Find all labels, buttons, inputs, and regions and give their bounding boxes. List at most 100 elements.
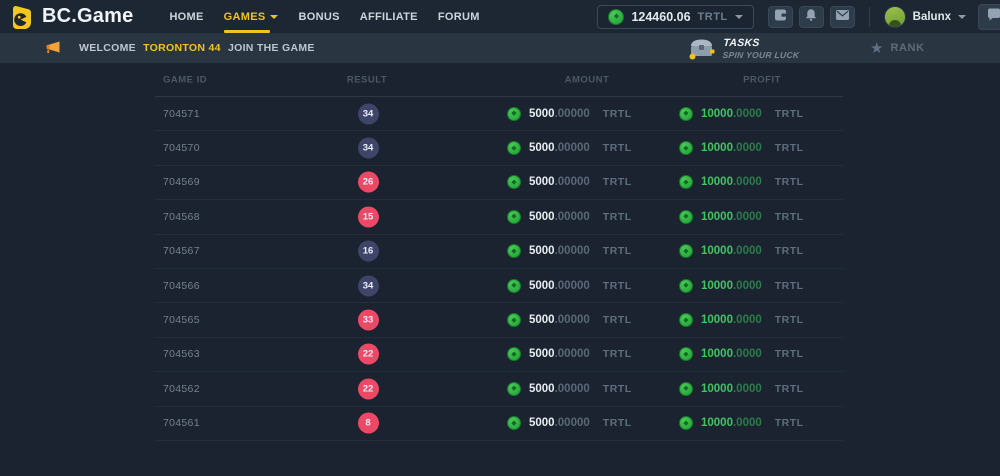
amount-int: 5000 [529, 108, 555, 120]
result-badge: 22 [358, 378, 379, 399]
profit-int: 10000 [701, 348, 733, 360]
profit-int: 10000 [701, 280, 733, 292]
table-row[interactable]: 704567 16 5000.00000 TRTL 10000.0000 TRT… [155, 235, 843, 269]
balance-value: 124460.06 [631, 10, 690, 24]
header-game-id: GAME ID [163, 74, 207, 85]
user-menu[interactable]: Balunx [884, 6, 966, 28]
result-badge: 34 [358, 138, 379, 159]
amount-currency: TRTL [603, 314, 632, 326]
table-row[interactable]: 704571 34 5000.00000 TRTL 10000.0000 TRT… [155, 97, 843, 131]
amount-currency: TRTL [603, 280, 632, 292]
amount-int: 5000 [529, 417, 555, 429]
nav-affiliate[interactable]: AFFILIATE [360, 0, 418, 33]
amount-decimals: .00000 [555, 348, 590, 360]
messages-button[interactable] [830, 6, 855, 28]
profit-cell: 10000.0000 TRTL [679, 244, 804, 258]
amount-int: 5000 [529, 245, 555, 257]
amount-currency: TRTL [603, 211, 632, 223]
profit-currency: TRTL [775, 314, 804, 326]
profit-decimals: .0000 [733, 348, 762, 360]
game-id: 704571 [163, 108, 200, 120]
mail-icon [835, 9, 850, 24]
table-row[interactable]: 704570 34 5000.00000 TRTL 10000.0000 TRT… [155, 131, 843, 165]
amount-int: 5000 [529, 314, 555, 326]
table-row[interactable]: 704561 8 5000.00000 TRTL 10000.0000 TRTL [155, 407, 843, 441]
game-id: 704567 [163, 245, 200, 257]
amount-cell: 5000.00000 TRTL [507, 416, 632, 430]
amount-decimals: .00000 [555, 108, 590, 120]
profit-decimals: .0000 [733, 383, 762, 395]
table-row[interactable]: 704568 15 5000.00000 TRTL 10000.0000 TRT… [155, 200, 843, 234]
profit-decimals: .0000 [733, 211, 762, 223]
game-id: 704569 [163, 176, 200, 188]
amount-cell: 5000.00000 TRTL [507, 279, 632, 293]
trtl-coin-icon [679, 210, 693, 224]
amount-decimals: .00000 [555, 245, 590, 257]
star-icon: ★ [870, 41, 883, 56]
rank-widget[interactable]: ★ RANK [870, 41, 990, 56]
table-row[interactable]: 704569 26 5000.00000 TRTL 10000.0000 TRT… [155, 166, 843, 200]
trtl-coin-icon [507, 175, 521, 189]
amount-int: 5000 [529, 142, 555, 154]
notifications-button[interactable] [799, 6, 824, 28]
profit-cell: 10000.0000 TRTL [679, 313, 804, 327]
trtl-coin-icon [679, 107, 693, 121]
chevron-down-icon [270, 15, 278, 19]
chat-icon [986, 8, 1000, 25]
amount-decimals: .00000 [555, 383, 590, 395]
profit-cell: 10000.0000 TRTL [679, 210, 804, 224]
profit-cell: 10000.0000 TRTL [679, 416, 804, 430]
tasks-subtitle: SPIN YOUR LUCK [722, 50, 799, 60]
trtl-coin-icon [507, 210, 521, 224]
bc-game-logo-icon [8, 4, 34, 30]
result-badge: 34 [358, 103, 379, 124]
megaphone-icon [44, 40, 62, 56]
profit-decimals: .0000 [733, 142, 762, 154]
amount-currency: TRTL [603, 383, 632, 395]
profit-int: 10000 [701, 245, 733, 257]
table-header: GAME ID RESULT AMOUNT PROFIT [155, 63, 843, 97]
nav-games[interactable]: GAMES [224, 0, 279, 33]
tasks-widget[interactable]: TASKS SPIN YOUR LUCK [688, 37, 800, 60]
chat-button[interactable]: 10 [978, 4, 1000, 30]
amount-cell: 5000.00000 TRTL [507, 175, 632, 189]
balance-currency-selector[interactable]: 124460.06 TRTL [597, 5, 753, 29]
welcome-username: TORONTON 44 [143, 42, 221, 54]
main-nav: HOME GAMES BONUS AFFILIATE FORUM [169, 0, 479, 33]
nav-games-label: GAMES [224, 11, 266, 23]
table-row[interactable]: 704562 22 5000.00000 TRTL 10000.0000 TRT… [155, 372, 843, 406]
amount-cell: 5000.00000 TRTL [507, 244, 632, 258]
treasure-chest-icon [688, 37, 715, 60]
welcome-prefix: WELCOME [79, 42, 136, 54]
table-row[interactable]: 704563 22 5000.00000 TRTL 10000.0000 TRT… [155, 338, 843, 372]
trtl-coin-icon [507, 416, 521, 430]
table-row[interactable]: 704565 33 5000.00000 TRTL 10000.0000 TRT… [155, 303, 843, 337]
profit-int: 10000 [701, 211, 733, 223]
welcome-suffix: JOIN THE GAME [228, 42, 315, 54]
brand-home-link[interactable]: BC.Game [8, 4, 133, 30]
trtl-coin-icon [679, 382, 693, 396]
header-amount: AMOUNT [547, 74, 627, 85]
nav-home[interactable]: HOME [169, 0, 203, 33]
result-badge: 16 [358, 241, 379, 262]
amount-int: 5000 [529, 383, 555, 395]
amount-cell: 5000.00000 TRTL [507, 382, 632, 396]
content-area: GAME ID RESULT AMOUNT PROFIT 704571 34 5… [0, 63, 1000, 441]
table-row[interactable]: 704566 34 5000.00000 TRTL 10000.0000 TRT… [155, 269, 843, 303]
trtl-coin-icon [679, 416, 693, 430]
balance-currency: TRTL [698, 11, 728, 23]
profit-decimals: .0000 [733, 417, 762, 429]
game-id: 704570 [163, 142, 200, 154]
user-name: Balunx [913, 11, 951, 23]
trtl-coin-icon [679, 347, 693, 361]
nav-forum[interactable]: FORUM [438, 0, 480, 33]
trtl-coin-icon [507, 279, 521, 293]
trtl-coin-icon [507, 313, 521, 327]
wallet-button[interactable] [768, 6, 793, 28]
trtl-coin-icon [679, 244, 693, 258]
amount-decimals: .00000 [555, 280, 590, 292]
trtl-coin-icon [679, 279, 693, 293]
amount-decimals: .00000 [555, 176, 590, 188]
nav-bonus[interactable]: BONUS [298, 0, 339, 33]
banner-right: TASKS SPIN YOUR LUCK ★ RANK [688, 37, 1000, 60]
